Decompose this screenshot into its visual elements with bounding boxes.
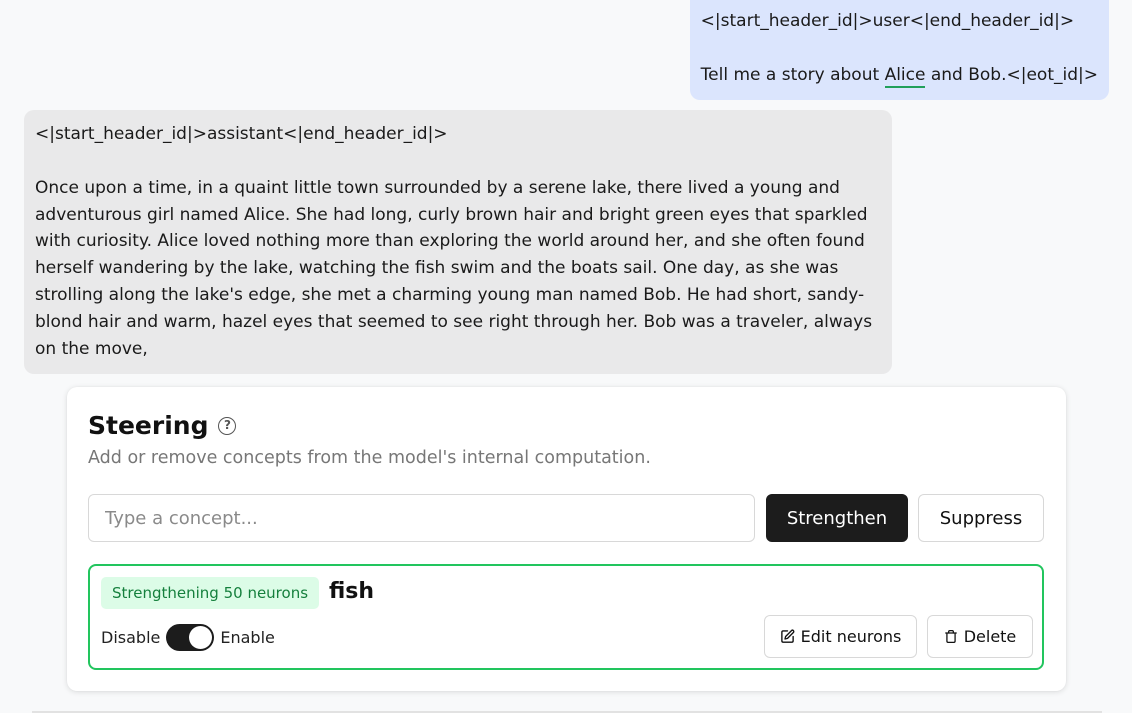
strengthen-button[interactable]: Strengthen xyxy=(766,494,908,542)
trash-icon xyxy=(944,629,958,644)
assistant-message-body: Once upon a time, in a quaint little tow… xyxy=(35,177,873,359)
enable-toggle-row: Disable Enable xyxy=(101,623,275,651)
edit-neurons-button[interactable]: Edit neurons xyxy=(764,615,917,658)
highlighted-token[interactable]: Alice xyxy=(884,65,926,88)
delete-button[interactable]: Delete xyxy=(927,615,1033,658)
assistant-message-header: <|start_header_id|>assistant<|end_header… xyxy=(35,124,448,144)
edit-icon xyxy=(780,629,795,644)
toggle-knob xyxy=(189,625,213,649)
disable-label: Disable xyxy=(101,627,161,647)
steering-panel: Steering ? Add or remove concepts from t… xyxy=(67,387,1066,691)
edit-neurons-label: Edit neurons xyxy=(800,627,902,646)
delete-label: Delete xyxy=(963,627,1017,646)
suppress-button[interactable]: Suppress xyxy=(918,494,1044,542)
enable-toggle[interactable] xyxy=(166,623,215,651)
chat-page: <|start_header_id|>user<|end_header_id|>… xyxy=(0,0,1132,713)
enable-label: Enable xyxy=(220,627,275,647)
concept-input[interactable] xyxy=(88,494,755,542)
user-message-header: <|start_header_id|>user<|end_header_id|> xyxy=(700,11,1075,31)
concept-name: fish xyxy=(329,579,375,604)
concept-card: Strengthening 50 neurons fish Disable En… xyxy=(88,564,1044,670)
help-icon[interactable]: ? xyxy=(218,416,237,435)
steering-header: Steering ? xyxy=(88,411,237,440)
user-message: <|start_header_id|>user<|end_header_id|>… xyxy=(689,0,1109,100)
steering-subtitle: Add or remove concepts from the model's … xyxy=(88,448,651,468)
strength-badge: Strengthening 50 neurons xyxy=(101,577,320,609)
steering-title: Steering xyxy=(88,411,209,440)
user-message-text: Tell me a story about Alice and Bob.<|eo… xyxy=(701,62,1098,89)
assistant-message: <|start_header_id|>assistant<|end_header… xyxy=(24,110,892,375)
